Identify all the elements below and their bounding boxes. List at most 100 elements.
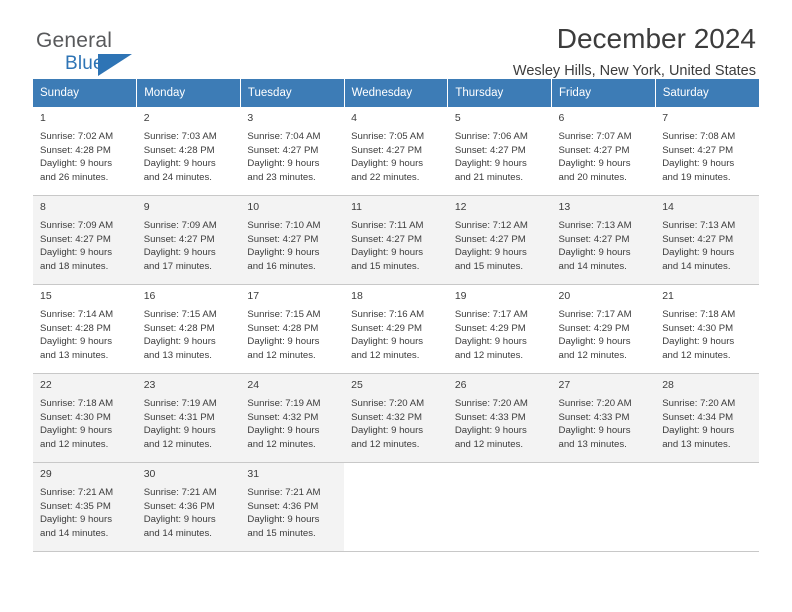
day-number: 13 — [558, 201, 571, 213]
daylight-text-line2: and 14 minutes. — [40, 527, 109, 539]
sunrise-text: Sunrise: 7:18 AM — [662, 308, 736, 320]
day-cell[interactable]: 28 Sunrise: 7:20 AM Sunset: 4:34 PM Dayl… — [655, 373, 759, 463]
daylight-text-line2: and 12 minutes. — [454, 438, 524, 450]
logo[interactable]: General Blue — [36, 30, 132, 76]
sunrise-text: Sunrise: 7:02 AM — [40, 130, 114, 142]
sunrise-text: Sunrise: 7:13 AM — [662, 219, 736, 231]
day-cell[interactable]: 29 Sunrise: 7:21 AM Sunset: 4:35 PM Dayl… — [33, 462, 137, 552]
day-number: 30 — [143, 468, 156, 480]
weekday-header-tuesday: Tuesday — [240, 79, 345, 107]
sunrise-text: Sunrise: 7:13 AM — [558, 219, 632, 231]
day-cell[interactable]: 24 Sunrise: 7:19 AM Sunset: 4:32 PM Dayl… — [240, 373, 345, 463]
day-number: 17 — [247, 290, 260, 302]
sunrise-text: Sunrise: 7:09 AM — [40, 219, 114, 231]
sunrise-text: Sunrise: 7:20 AM — [662, 397, 736, 409]
sunset-text: Sunset: 4:31 PM — [143, 411, 215, 423]
sunrise-text: Sunrise: 7:21 AM — [40, 486, 114, 498]
day-cell[interactable]: 8 Sunrise: 7:09 AM Sunset: 4:27 PM Dayli… — [33, 195, 137, 285]
daylight-text-line2: and 19 minutes. — [662, 171, 731, 183]
daylight-text-line1: Daylight: 9 hours — [454, 158, 527, 170]
day-cell[interactable]: 6 Sunrise: 7:07 AM Sunset: 4:27 PM Dayli… — [551, 107, 656, 196]
day-cell[interactable]: 21 Sunrise: 7:18 AM Sunset: 4:30 PM Dayl… — [655, 284, 759, 374]
daylight-text-line1: Daylight: 9 hours — [454, 247, 527, 259]
daylight-text-line1: Daylight: 9 hours — [558, 158, 631, 170]
day-cell[interactable]: 22 Sunrise: 7:18 AM Sunset: 4:30 PM Dayl… — [33, 373, 137, 463]
daylight-text-line2: and 16 minutes. — [247, 260, 316, 272]
sunset-text: Sunset: 4:36 PM — [247, 500, 319, 512]
daylight-text-line2: and 12 minutes. — [662, 349, 731, 361]
sunrise-text: Sunrise: 7:10 AM — [247, 219, 321, 231]
sunrise-text: Sunrise: 7:15 AM — [143, 308, 217, 320]
day-cell[interactable]: 16 Sunrise: 7:15 AM Sunset: 4:28 PM Dayl… — [136, 284, 241, 374]
day-number: 8 — [40, 201, 46, 213]
day-cell[interactable]: 12 Sunrise: 7:12 AM Sunset: 4:27 PM Dayl… — [447, 195, 552, 285]
day-cell[interactable]: 7 Sunrise: 7:08 AM Sunset: 4:27 PM Dayli… — [655, 107, 759, 196]
day-cell[interactable]: 3 Sunrise: 7:04 AM Sunset: 4:27 PM Dayli… — [240, 107, 345, 196]
daylight-text-line2: and 13 minutes. — [143, 349, 212, 361]
day-number: 20 — [558, 290, 571, 302]
day-cell[interactable]: 14 Sunrise: 7:13 AM Sunset: 4:27 PM Dayl… — [655, 195, 759, 285]
sunrise-text: Sunrise: 7:19 AM — [143, 397, 217, 409]
weekday-header-sunday: Sunday — [33, 79, 138, 107]
day-cell[interactable]: 15 Sunrise: 7:14 AM Sunset: 4:28 PM Dayl… — [33, 284, 137, 374]
day-number: 16 — [143, 290, 156, 302]
day-number: 12 — [454, 201, 467, 213]
day-cell[interactable]: 19 Sunrise: 7:17 AM Sunset: 4:29 PM Dayl… — [447, 284, 552, 374]
daylight-text-line1: Daylight: 9 hours — [662, 336, 735, 348]
day-cell[interactable]: 25 Sunrise: 7:20 AM Sunset: 4:32 PM Dayl… — [344, 373, 448, 463]
day-cell[interactable]: 27 Sunrise: 7:20 AM Sunset: 4:33 PM Dayl… — [551, 373, 656, 463]
page-subtitle: Wesley Hills, New York, United States — [512, 63, 756, 80]
day-number: 3 — [247, 112, 254, 124]
day-cell[interactable]: 20 Sunrise: 7:17 AM Sunset: 4:29 PM Dayl… — [551, 284, 656, 374]
sunset-text: Sunset: 4:27 PM — [662, 144, 734, 156]
day-number: 25 — [351, 379, 363, 391]
day-cell[interactable]: 2 Sunrise: 7:03 AM Sunset: 4:28 PM Dayli… — [136, 107, 241, 196]
daylight-text-line2: and 12 minutes. — [247, 438, 316, 450]
daylight-text-line1: Daylight: 9 hours — [40, 425, 112, 437]
sunrise-text: Sunrise: 7:17 AM — [454, 308, 528, 320]
day-cell[interactable]: 30 Sunrise: 7:21 AM Sunset: 4:36 PM Dayl… — [136, 462, 241, 552]
daylight-text-line1: Daylight: 9 hours — [351, 158, 424, 170]
sunrise-text: Sunrise: 7:03 AM — [143, 130, 217, 142]
day-cell[interactable]: 1 Sunrise: 7:02 AM Sunset: 4:28 PM Dayli… — [33, 107, 137, 196]
sunset-text: Sunset: 4:27 PM — [454, 144, 526, 156]
daylight-text-line2: and 21 minutes. — [454, 171, 524, 183]
day-cell[interactable]: 26 Sunrise: 7:20 AM Sunset: 4:33 PM Dayl… — [447, 373, 552, 463]
day-number: 6 — [558, 112, 565, 124]
calendar-week-row: 1 Sunrise: 7:02 AM Sunset: 4:28 PM Dayli… — [33, 107, 759, 196]
day-number: 15 — [40, 290, 52, 302]
daylight-text-line1: Daylight: 9 hours — [143, 514, 216, 526]
daylight-text-line1: Daylight: 9 hours — [558, 247, 631, 259]
sunset-text: Sunset: 4:28 PM — [40, 322, 111, 334]
day-cell[interactable]: 10 Sunrise: 7:10 AM Sunset: 4:27 PM Dayl… — [240, 195, 345, 285]
daylight-text-line1: Daylight: 9 hours — [662, 247, 735, 259]
sunset-text: Sunset: 4:27 PM — [247, 233, 319, 245]
sunset-text: Sunset: 4:28 PM — [247, 322, 319, 334]
day-cell[interactable]: 4 Sunrise: 7:05 AM Sunset: 4:27 PM Dayli… — [344, 107, 448, 196]
sunset-text: Sunset: 4:28 PM — [143, 322, 215, 334]
day-number: 5 — [454, 112, 461, 124]
day-cell[interactable]: 9 Sunrise: 7:09 AM Sunset: 4:27 PM Dayli… — [136, 195, 241, 285]
sunset-text: Sunset: 4:27 PM — [454, 233, 526, 245]
sunrise-text: Sunrise: 7:04 AM — [247, 130, 321, 142]
daylight-text-line1: Daylight: 9 hours — [143, 247, 216, 259]
day-number: 21 — [662, 290, 674, 302]
day-cell[interactable]: 17 Sunrise: 7:15 AM Sunset: 4:28 PM Dayl… — [240, 284, 345, 374]
day-cell[interactable]: 31 Sunrise: 7:21 AM Sunset: 4:36 PM Dayl… — [240, 462, 345, 552]
daylight-text-line2: and 14 minutes. — [558, 260, 627, 272]
day-cell[interactable]: 5 Sunrise: 7:06 AM Sunset: 4:27 PM Dayli… — [447, 107, 552, 196]
calendar-table: Sunday Monday Tuesday Wednesday Thursday… — [33, 79, 759, 552]
daylight-text-line1: Daylight: 9 hours — [40, 514, 112, 526]
daylight-text-line2: and 12 minutes. — [454, 349, 524, 361]
day-cell[interactable]: 18 Sunrise: 7:16 AM Sunset: 4:29 PM Dayl… — [344, 284, 448, 374]
day-cell[interactable]: 11 Sunrise: 7:11 AM Sunset: 4:27 PM Dayl… — [344, 195, 448, 285]
day-number: 14 — [662, 201, 674, 213]
day-cell[interactable]: 23 Sunrise: 7:19 AM Sunset: 4:31 PM Dayl… — [136, 373, 241, 463]
daylight-text-line2: and 14 minutes. — [662, 260, 731, 272]
day-number: 28 — [662, 379, 674, 391]
day-cell[interactable]: 13 Sunrise: 7:13 AM Sunset: 4:27 PM Dayl… — [551, 195, 656, 285]
sunrise-text: Sunrise: 7:08 AM — [662, 130, 736, 142]
day-cell-empty — [447, 462, 552, 552]
sunset-text: Sunset: 4:29 PM — [558, 322, 630, 334]
daylight-text-line1: Daylight: 9 hours — [247, 158, 320, 170]
